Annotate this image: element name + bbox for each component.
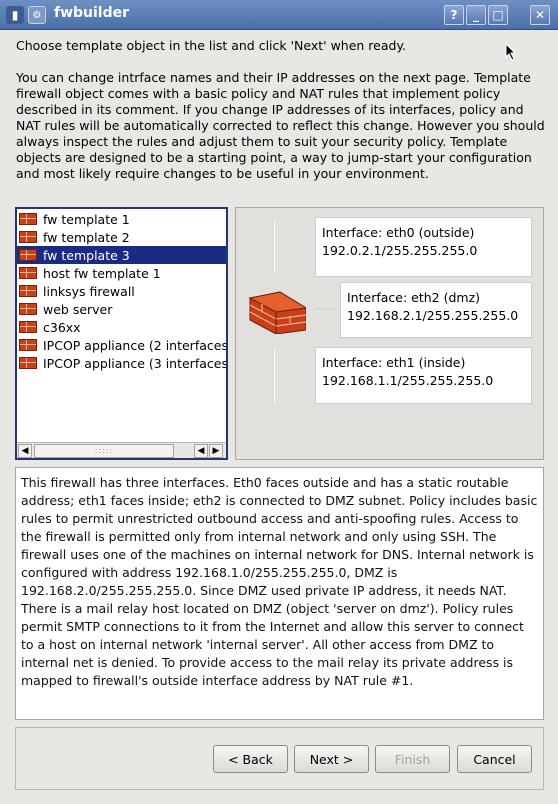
interface-address: 192.0.2.1/255.255.255.0 (322, 243, 478, 258)
firewall-icon (19, 321, 37, 333)
list-item[interactable]: host fw template 1 (17, 264, 226, 282)
app-icon: ▮ (6, 6, 24, 24)
connector-line (273, 220, 275, 274)
minimize-button[interactable]: _ (466, 5, 486, 25)
list-item[interactable]: fw template 1 (17, 210, 226, 228)
list-item-label: c36xx (43, 319, 81, 335)
list-item-label: fw template 2 (43, 229, 130, 245)
scroll-thumb[interactable]: ::::: (34, 444, 174, 458)
intro-line-2: You can change intrface names and their … (16, 70, 545, 181)
firewall-brick-icon (248, 291, 306, 334)
finish-button[interactable]: Finish (375, 745, 450, 773)
interface-name: Interface: eth0 (outside) (322, 225, 475, 240)
list-item-label: fw template 3 (43, 247, 130, 263)
firewall-icon (19, 285, 37, 297)
window-menu-icon[interactable]: ⚙ (28, 6, 46, 24)
list-item-label: host fw template 1 (43, 265, 161, 281)
scroll-left-arrow-icon[interactable]: ◀ (18, 444, 32, 458)
intro-line-1: Choose template object in the list and c… (16, 38, 407, 53)
firewall-icon (19, 249, 37, 261)
interface-card: Interface: eth0 (outside) 192.0.2.1/255.… (315, 217, 532, 277)
firewall-icon (19, 213, 37, 225)
close-button[interactable]: ✕ (530, 5, 550, 25)
list-item-label: fw template 1 (43, 211, 130, 227)
help-button[interactable]: ? (444, 5, 464, 25)
connector-line (314, 308, 336, 310)
list-item[interactable]: linksys firewall (17, 282, 226, 300)
horizontal-scrollbar[interactable]: ◀ ::::: ◀ ▶ (17, 442, 226, 458)
firewall-icon (19, 357, 37, 369)
interface-address: 192.168.2.1/255.255.255.0 (347, 308, 519, 323)
connector-line (273, 348, 275, 404)
list-item-label: IPCOP appliance (2 interfaces) (43, 337, 226, 353)
interface-card: Interface: eth2 (dmz) 192.168.2.1/255.25… (340, 282, 532, 338)
list-item[interactable]: c36xx (17, 318, 226, 336)
scroll-left-arrow-icon[interactable]: ◀ (194, 444, 208, 458)
list-item[interactable]: IPCOP appliance (3 interfaces) (17, 354, 226, 372)
list-item[interactable]: web server (17, 300, 226, 318)
scroll-right-arrow-icon[interactable]: ▶ (209, 444, 223, 458)
list-item-label: linksys firewall (43, 283, 135, 299)
list-item[interactable]: fw template 3 (17, 246, 226, 264)
window-title: fwbuilder (54, 5, 130, 21)
mouse-pointer-icon (505, 43, 517, 61)
interface-address: 192.168.1.1/255.255.255.0 (322, 373, 494, 388)
button-bar: < Back Next > Finish Cancel (15, 727, 544, 790)
list-item[interactable]: fw template 2 (17, 228, 226, 246)
next-button[interactable]: Next > (294, 745, 369, 773)
interface-name: Interface: eth1 (inside) (322, 355, 466, 370)
list-item-label: web server (43, 301, 113, 317)
intro-text: Choose template object in the list and c… (16, 38, 546, 198)
firewall-icon (19, 231, 37, 243)
cancel-button[interactable]: Cancel (457, 745, 532, 773)
list-item[interactable]: IPCOP appliance (2 interfaces) (17, 336, 226, 354)
firewall-icon (19, 339, 37, 351)
template-preview: Interface: eth0 (outside) 192.0.2.1/255.… (235, 207, 544, 460)
interface-name: Interface: eth2 (dmz) (347, 290, 481, 305)
maximize-button[interactable]: □ (488, 5, 508, 25)
back-button[interactable]: < Back (213, 745, 288, 773)
firewall-icon (19, 303, 37, 315)
title-bar[interactable]: ▮ ⚙ fwbuilder ? _ □ ✕ (0, 0, 558, 30)
interface-card: Interface: eth1 (inside) 192.168.1.1/255… (315, 347, 532, 404)
firewall-icon (19, 267, 37, 279)
template-comment: This firewall has three interfaces. Eth0… (15, 467, 544, 720)
template-list[interactable]: fw template 1 fw template 2 fw template … (15, 207, 228, 460)
list-item-label: IPCOP appliance (3 interfaces) (43, 355, 226, 371)
